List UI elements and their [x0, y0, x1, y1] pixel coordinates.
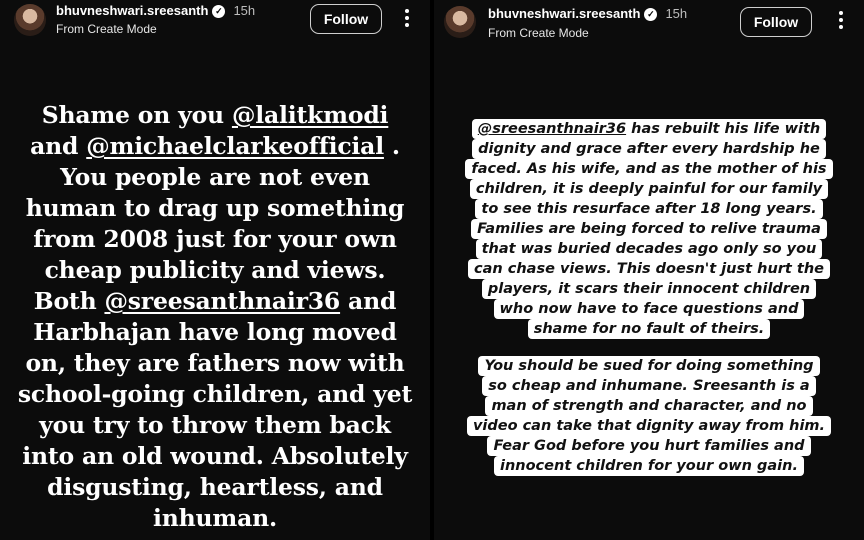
verified-badge-icon: ✓ [644, 8, 658, 21]
mention-link[interactable]: @sreesanthnair36 [478, 121, 626, 137]
verified-badge-icon: ✓ [212, 5, 226, 18]
post-time: 15h [233, 3, 256, 18]
story-line: man of strength and character, and no [485, 396, 813, 416]
mention-link[interactable]: @sreesanthnair36 [104, 287, 340, 315]
story-line: Shame on you @lalitkmodi [41, 101, 389, 129]
story-line: shame for no fault of theirs. [527, 319, 771, 339]
story-line: human to drag up something [25, 194, 405, 222]
story-line: Families are being forced to relive trau… [471, 219, 827, 239]
story-line: cheap publicity and views. [44, 256, 386, 284]
story-line: children, it is deeply painful for our f… [469, 179, 829, 199]
more-options-icon[interactable] [398, 6, 416, 32]
avatar[interactable] [14, 4, 46, 36]
username[interactable]: bhuvneshwari.sreesanth ✓ 15h [488, 6, 687, 21]
story-text: Shame on you @lalitkmodi and @michaelcla… [6, 100, 424, 534]
story-line: can chase views. This doesn't just hurt … [468, 259, 830, 279]
story-line: inhuman. [153, 504, 277, 532]
story-line: dignity and grace after every hardship h… [472, 139, 826, 159]
story-line: so cheap and inhumane. Sreesanth is a [482, 376, 816, 396]
story-paragraph-1: @sreesanthnair36 has rebuilt his life wi… [434, 119, 864, 339]
create-mode-label: From Create Mode [56, 22, 157, 36]
follow-button[interactable]: Follow [740, 7, 812, 37]
username-text[interactable]: bhuvneshwari.sreesanth [56, 3, 208, 18]
story-line: Both @sreesanthnair36 and [33, 287, 397, 315]
story-header: bhuvneshwari.sreesanth ✓ 15h From Create M… [0, 0, 430, 50]
story-line: players, it scars their innocent childre… [481, 279, 817, 299]
story-line: on, they are fathers now with [25, 349, 405, 377]
story-line: @sreesanthnair36 has rebuilt his life wi… [471, 119, 827, 139]
story-line: innocent children for your own gain. [493, 456, 804, 476]
username[interactable]: bhuvneshwari.sreesanth ✓ 15h [56, 3, 255, 18]
story-line: You should be sued for doing something [478, 356, 820, 376]
follow-button[interactable]: Follow [310, 4, 382, 34]
story-line: and @michaelclarkeofficial . [30, 132, 400, 160]
create-mode-label: From Create Mode [488, 26, 589, 40]
post-time: 15h [665, 6, 688, 21]
story-header: bhuvneshwari.sreesanth ✓ 15h From Create M… [434, 0, 864, 50]
story-line: video can take that dignity away from hi… [466, 416, 832, 436]
story-line: who now have to face questions and [493, 299, 805, 319]
more-options-icon[interactable] [832, 8, 850, 34]
story-line: You people are not even [60, 163, 370, 191]
story-line: that was buried decades ago only so you [475, 239, 823, 259]
story-line: faced. As his wife, and as the mother of… [465, 159, 833, 179]
story-line: Harbhajan have long moved [33, 318, 397, 346]
story-line: to see this resurface after 18 long year… [475, 199, 823, 219]
story-line: into an old wound. Absolutely [22, 442, 408, 470]
story-line: school-going children, and yet [17, 380, 413, 408]
username-text[interactable]: bhuvneshwari.sreesanth [488, 6, 640, 21]
story-line: Fear God before you hurt families and [487, 436, 811, 456]
story-line: you try to throw them back [39, 411, 391, 439]
mention-link[interactable]: @lalitkmodi [232, 101, 389, 129]
story-panel-left: bhuvneshwari.sreesanth ✓ 15h From Create M… [0, 0, 430, 540]
avatar[interactable] [444, 6, 476, 38]
mention-link[interactable]: @michaelclarkeofficial [86, 132, 384, 160]
story-line: disgusting, heartless, and [47, 473, 383, 501]
story-panel-right: bhuvneshwari.sreesanth ✓ 15h From Create M… [434, 0, 864, 540]
story-line: from 2008 just for your own [33, 225, 397, 253]
story-paragraph-2: You should be sued for doing something s… [434, 356, 864, 476]
